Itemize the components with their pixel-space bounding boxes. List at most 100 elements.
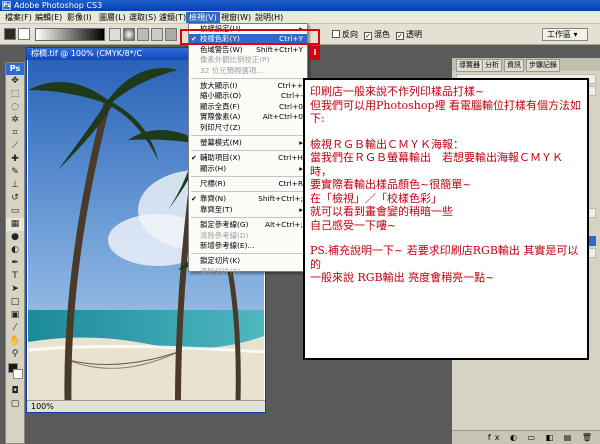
view-menu-item[interactable]: 實際像素(A) Alt+Ctrl+0 [189, 112, 307, 122]
view-menu-item[interactable]: 清除切片(C) [189, 267, 307, 277]
view-menu-item[interactable]: 縮小顯示(O) Ctrl+- [189, 91, 307, 101]
view-menu-item-label: 靠齊至(T) [200, 204, 233, 214]
gradient-style-reflected-icon[interactable] [151, 28, 163, 41]
slice-tool-icon[interactable]: ⟋ [6, 140, 24, 153]
panel-tab[interactable]: 資訊 [504, 59, 524, 72]
dodge-tool-icon[interactable]: ◐ [6, 244, 24, 257]
view-menu-item[interactable]: 尺標(R) Ctrl+R [189, 179, 307, 189]
transparency-checkbox-box[interactable]: ✓ [396, 32, 404, 40]
view-menu-dropdown: 校樣設定(U) ▸ ✔ 校樣色彩(Y) Ctrl+Y 色域警告(W) Shift+Ctrl+… [188, 23, 308, 276]
menu-5[interactable]: 濾鏡(T) [156, 12, 189, 23]
panel-tab[interactable]: 分析 [482, 59, 502, 72]
zoom-level[interactable]: 100% [31, 402, 54, 411]
view-menu-item-label: 鎖定參考線(G) [200, 220, 249, 230]
screen-mode-icon[interactable]: ▢ [6, 398, 24, 411]
history-brush-tool-icon[interactable]: ↺ [6, 192, 24, 205]
crop-tool-icon[interactable]: ⌗ [6, 127, 24, 140]
lasso-tool-icon[interactable]: ◌ [6, 101, 24, 114]
gradient-style-angle-icon[interactable] [137, 28, 149, 41]
background-color-swatch[interactable] [18, 28, 30, 40]
gradient-style-linear-icon[interactable] [109, 28, 121, 41]
view-menu-item-label: 螢幕模式(M) [200, 137, 242, 147]
view-menu-item[interactable]: 顯示(H) ▸ [189, 164, 307, 174]
workspace-dropdown[interactable]: 工作區 ▾ [542, 28, 588, 41]
panel-tab[interactable]: 步驟記錄 [526, 59, 560, 72]
dither-checkbox[interactable]: ✓ 混色 [364, 29, 390, 40]
view-menu-item-label: 輔助項目(X) [200, 153, 241, 163]
notes-tool-icon[interactable]: ▣ [6, 309, 24, 322]
view-menu-item-label: 顯示全頁(F) [200, 101, 240, 111]
view-menu-item-label: 顯示(H) [200, 163, 227, 173]
eyedropper-tool-icon[interactable]: ⁄ [6, 322, 24, 335]
toolbox-header: Ps [6, 63, 24, 75]
view-menu-item-label: 靠齊(N) [200, 194, 227, 204]
view-menu-item-label: 清除切片(C) [200, 266, 241, 276]
shortcut-label: Ctrl+H [278, 153, 303, 163]
gradient-style-radial-icon[interactable] [123, 28, 135, 41]
shortcut-label: Shift+Ctrl+; [258, 194, 303, 204]
note-paragraph-1: 印刷店一般來說不作列印樣品打樣~ 但我們可以用Photoshop裡 看電腦輸位打… [310, 85, 582, 125]
eraser-tool-icon[interactable]: ▭ [6, 205, 24, 218]
clone-stamp-tool-icon[interactable]: ⊥ [6, 179, 24, 192]
quick-mask-icon[interactable]: ◘ [6, 385, 24, 398]
path-selection-tool-icon[interactable]: ➤ [6, 283, 24, 296]
view-menu-item[interactable]: 鎖定參考線(G) Alt+Ctrl+; [189, 220, 307, 230]
dither-label: 混色 [374, 30, 390, 39]
view-menu-item[interactable]: 放大顯示(I) Ctrl++ [189, 81, 307, 91]
pen-tool-icon[interactable]: ✒ [6, 257, 24, 270]
shortcut-label: Alt+Ctrl+; [264, 220, 303, 230]
view-menu-item[interactable]: 鎖定切片(K) [189, 256, 307, 266]
menu-0[interactable]: 檔案(F) [2, 12, 35, 23]
window-title: Adobe Photoshop CS3 [14, 1, 103, 10]
panel-footer[interactable]: fx ◐ ▭ ◧ ▤ 🗑 [452, 430, 600, 444]
view-menu-item-label: 尺標(R) [200, 179, 226, 189]
view-menu-item[interactable]: 螢幕模式(M) ▸ [189, 138, 307, 148]
menu-2[interactable]: 影像(I) [64, 12, 95, 23]
panel-tab[interactable]: 導覽器 [456, 59, 483, 72]
menu-7[interactable]: 視窗(W) [218, 12, 254, 23]
zoom-tool-icon[interactable]: ⚲ [6, 348, 24, 361]
menu-3[interactable]: 圖層(L) [96, 12, 129, 23]
view-menu-item[interactable]: 像素外觀比例校正(P) [189, 55, 307, 65]
view-menu-item[interactable]: 靠齊至(T) ▸ [189, 205, 307, 215]
hand-tool-icon[interactable]: ✋ [6, 335, 24, 348]
gradient-picker[interactable] [35, 28, 105, 41]
menu-1[interactable]: 編輯(E) [32, 12, 65, 23]
view-menu-item[interactable]: 32 位元預視選項... [189, 66, 307, 76]
toolbox: Ps ✥ ⬚ ◌ ✲ ⌗ ⟋ ✚ ✎ ⊥ ↺ ▭ ▦ ● ◐ ✒ T ➤ □ ▣… [5, 62, 25, 444]
view-menu-item[interactable]: ✔ 輔助項目(X) Ctrl+H [189, 153, 307, 163]
foreground-color-swatch[interactable] [4, 28, 16, 40]
background-color-icon[interactable] [13, 369, 23, 379]
view-menu-item[interactable]: ✔ 靠齊(N) Shift+Ctrl+; [189, 194, 307, 204]
menu-8[interactable]: 說明(H) [252, 12, 286, 23]
gradient-style-diamond-icon[interactable] [165, 28, 177, 41]
shape-tool-icon[interactable]: □ [6, 296, 24, 309]
shortcut-label: Ctrl++ [277, 80, 303, 90]
menu-6[interactable]: 檢視(V) [186, 12, 220, 23]
photoshop-app-icon: Ps [2, 1, 11, 10]
dither-checkbox-box[interactable]: ✓ [364, 32, 372, 40]
gradient-tool-icon[interactable]: ▦ [6, 218, 24, 231]
healing-brush-tool-icon[interactable]: ✚ [6, 153, 24, 166]
brush-tool-icon[interactable]: ✎ [6, 166, 24, 179]
view-menu-item[interactable]: 清除參考線(D) [189, 231, 307, 241]
move-tool-icon[interactable]: ✥ [6, 75, 24, 88]
view-menu-item[interactable]: 顯示全頁(F) Ctrl+0 [189, 102, 307, 112]
magic-wand-tool-icon[interactable]: ✲ [6, 114, 24, 127]
checkmark-icon: ✔ [191, 154, 197, 163]
marquee-tool-icon[interactable]: ⬚ [6, 88, 24, 101]
shortcut-label: Ctrl+- [280, 91, 303, 101]
view-menu-item[interactable]: 新增參考線(E)... [189, 241, 307, 251]
menu-4[interactable]: 選取(S) [126, 12, 159, 23]
transparency-checkbox[interactable]: ✓ 透明 [396, 29, 422, 40]
view-menu-item[interactable]: 色域警告(W) Shift+Ctrl+Y [189, 45, 307, 55]
menu-separator [191, 253, 305, 255]
view-menu-item[interactable]: 列印尺寸(Z) [189, 123, 307, 133]
reverse-checkbox-box[interactable] [332, 30, 340, 38]
annotation-tag: i [310, 46, 320, 60]
blur-tool-icon[interactable]: ● [6, 231, 24, 244]
type-tool-icon[interactable]: T [6, 270, 24, 283]
document-status-bar: 100% [27, 400, 265, 412]
shortcut-label: Shift+Ctrl+Y [256, 44, 303, 54]
reverse-checkbox[interactable]: 反向 [332, 29, 358, 40]
